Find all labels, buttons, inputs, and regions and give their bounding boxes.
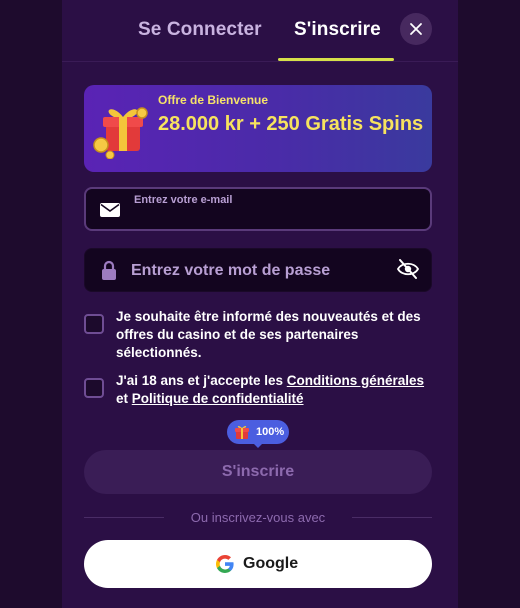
welcome-offer-banner: Offre de Bienvenue 28.000 kr + 250 Grati…: [84, 85, 432, 172]
divider-line-right: [352, 517, 432, 518]
tab-register[interactable]: S'inscrire: [294, 19, 381, 41]
offer-kicker: Offre de Bienvenue: [158, 93, 269, 107]
auth-tabs: Se Connecter S'inscrire: [62, 0, 458, 62]
eye-off-icon[interactable]: [397, 259, 419, 279]
email-label: Entrez votre e-mail: [134, 194, 233, 206]
newsletter-consent-text: Je souhaite être informé des nouveautés …: [116, 309, 421, 360]
gift-icon: [235, 425, 249, 439]
divider-text: Ou inscrivez-vous avec: [190, 510, 326, 525]
privacy-link[interactable]: Politique de confidentialité: [132, 391, 304, 406]
email-input[interactable]: [132, 207, 422, 227]
terms-consent-text: J'ai 18 ans et j'accepte les Conditions …: [116, 372, 432, 408]
terms-joiner: et: [116, 391, 132, 406]
password-field[interactable]: [84, 248, 432, 292]
lock-icon: [102, 260, 116, 280]
gift-icon: [93, 107, 148, 159]
progress-badge: 100%: [227, 420, 289, 448]
close-button[interactable]: [400, 13, 432, 45]
google-icon: [216, 555, 234, 573]
password-input[interactable]: [131, 259, 381, 283]
divider-line-left: [84, 517, 164, 518]
newsletter-checkbox[interactable]: [84, 314, 104, 334]
offer-title: 28.000 kr + 250 Gratis Spins: [158, 113, 424, 135]
email-field[interactable]: Entrez votre e-mail: [84, 187, 432, 231]
terms-checkbox[interactable]: [84, 378, 104, 398]
google-label: Google: [243, 555, 299, 572]
google-signup-button[interactable]: Google: [84, 540, 432, 588]
register-submit-button[interactable]: S'inscrire: [84, 450, 432, 494]
active-tab-indicator: [278, 58, 394, 61]
tab-login[interactable]: Se Connecter: [138, 19, 262, 41]
progress-badge-text: 100%: [256, 426, 285, 438]
terms-link[interactable]: Conditions générales: [287, 373, 424, 388]
terms-prefix: J'ai 18 ans et j'accepte les: [116, 373, 287, 388]
close-icon: [410, 23, 422, 35]
envelope-icon: [100, 203, 120, 217]
